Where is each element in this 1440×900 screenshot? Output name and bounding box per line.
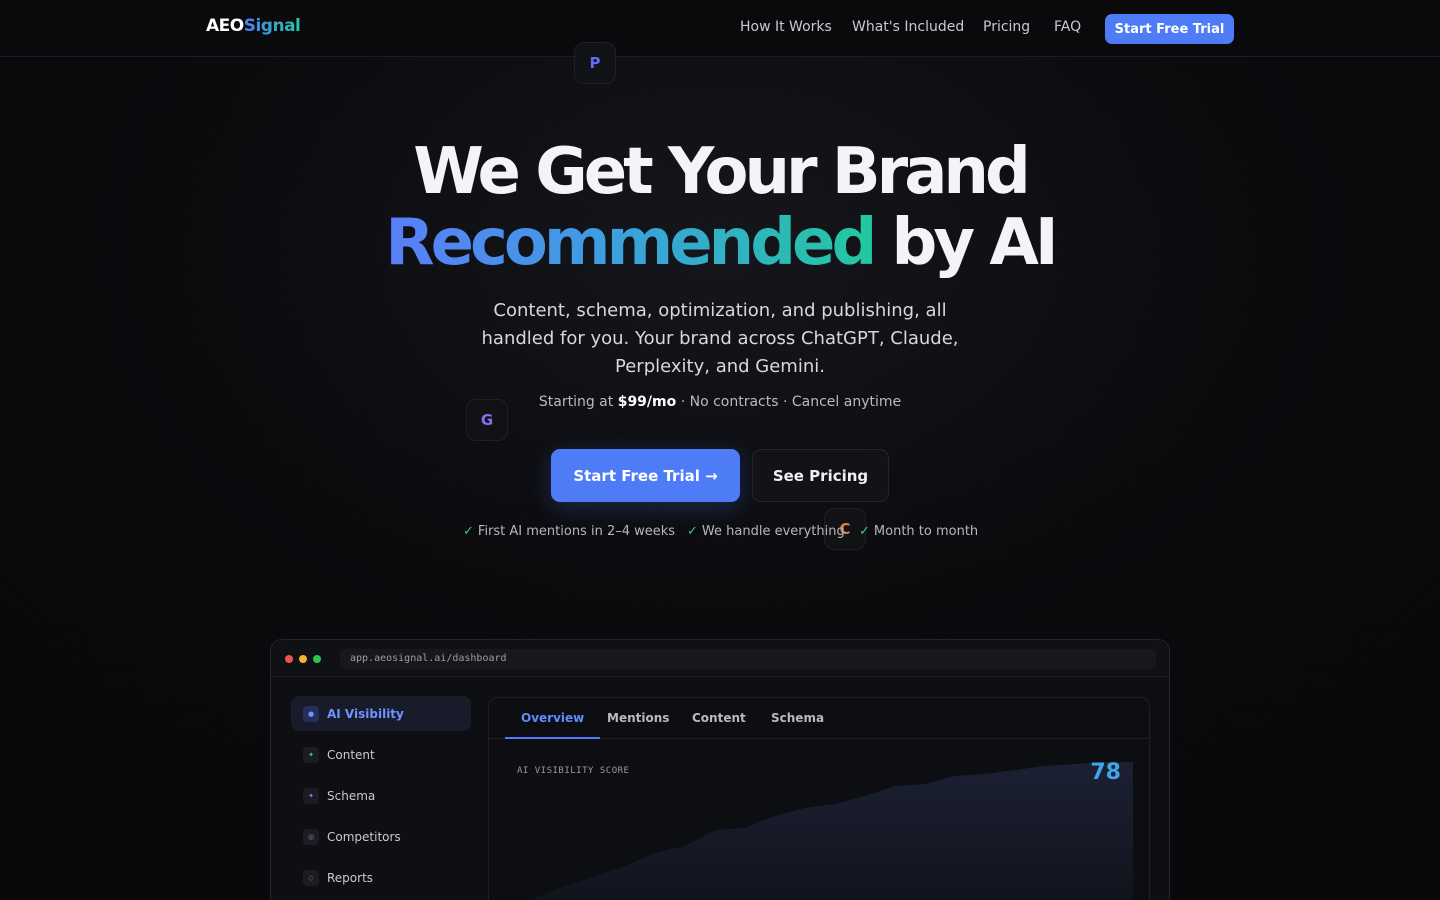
check-label: First AI mentions in 2–4 weeks [477,524,676,539]
minimize-dot-icon [299,655,307,663]
top-nav: AEOSignal How It Works What's Included P… [0,0,1440,57]
sidebar-item-content[interactable]: ✦ Content [291,737,471,772]
visibility-icon: ● [303,705,319,722]
check-item: ✓ Month to month [859,524,978,539]
pricing-price: $99/mo [617,394,677,410]
overview-panel: Overview Mentions Content Schema AI VISI… [488,697,1150,900]
sidebar-item-label: Reports [327,870,374,885]
sidebar-item-label: AI Visibility [327,706,404,721]
reports-icon: ◇ [303,869,319,886]
score-value: 78 [1090,760,1121,785]
sidebar-item-label: Content [327,747,375,762]
logo-text-accent: Signal [243,16,301,36]
maximize-dot-icon [313,655,321,663]
visibility-trend-chart [529,762,1133,900]
tab-mentions[interactable]: Mentions [591,698,685,739]
sidebar-item-ai-visibility[interactable]: ● AI Visibility [291,696,471,731]
check-label: Month to month [873,524,979,539]
nav-start-trial-button[interactable]: Start Free Trial [1105,14,1234,44]
check-icon: ✓ [859,524,870,539]
address-bar: app.aeosignal.ai/dashboard [340,649,1156,669]
nav-link-how-it-works[interactable]: How It Works [740,19,832,35]
score-label: AI VISIBILITY SCORE [517,766,630,776]
panel-tabs: Overview Mentions Content Schema [489,698,1149,739]
nav-link-pricing[interactable]: Pricing [983,19,1030,35]
content-icon: ✦ [303,746,319,763]
trend-area [529,762,1133,900]
start-free-trial-button[interactable]: Start Free Trial → [551,449,740,502]
check-label: We handle everything [701,524,845,539]
pricing-suffix: · No contracts · Cancel anytime [676,394,902,410]
schema-icon: ✦ [303,787,319,804]
hero-title-line1: We Get Your Brand [413,135,1031,209]
pricing-prefix: Starting at [538,394,618,410]
dashboard-preview: app.aeosignal.ai/dashboard ● AI Visibili… [270,639,1170,900]
check-icon: ✓ [463,524,474,539]
hero-subtitle: Content, schema, optimization, and publi… [481,300,959,377]
tab-schema[interactable]: Schema [755,698,840,739]
sidebar-item-reports[interactable]: ◇ Reports [291,860,471,895]
competitors-icon: ◎ [303,828,319,845]
window-titlebar: app.aeosignal.ai/dashboard [271,640,1169,677]
close-dot-icon [285,655,293,663]
check-icon: ✓ [687,524,698,539]
nav-link-faq[interactable]: FAQ [1054,19,1081,35]
perplexity-icon: P [574,42,616,84]
tab-overview[interactable]: Overview [505,698,601,739]
tab-content[interactable]: Content [676,698,762,739]
check-item: ✓ We handle everything [687,524,845,539]
sidebar-item-label: Competitors [327,829,401,844]
sidebar-item-competitors[interactable]: ◎ Competitors [291,819,471,854]
sidebar-item-label: Schema [327,788,376,803]
see-pricing-button[interactable]: See Pricing [752,449,889,502]
sidebar-item-schema[interactable]: ✦ Schema [291,778,471,813]
nav-link-whats-included[interactable]: What's Included [852,19,964,35]
pricing-line: Starting at $99/mo · No contracts · Canc… [0,394,1440,410]
check-item: ✓ First AI mentions in 2–4 weeks [463,524,675,539]
hero-title-rest: by AI [873,206,1059,280]
logo[interactable]: AEOSignal [206,16,301,36]
hero-title-line2: Recommended by AI [0,207,1440,279]
logo-text-primary: AEO [206,16,244,36]
hero-title-highlight: Recommended [385,206,877,280]
